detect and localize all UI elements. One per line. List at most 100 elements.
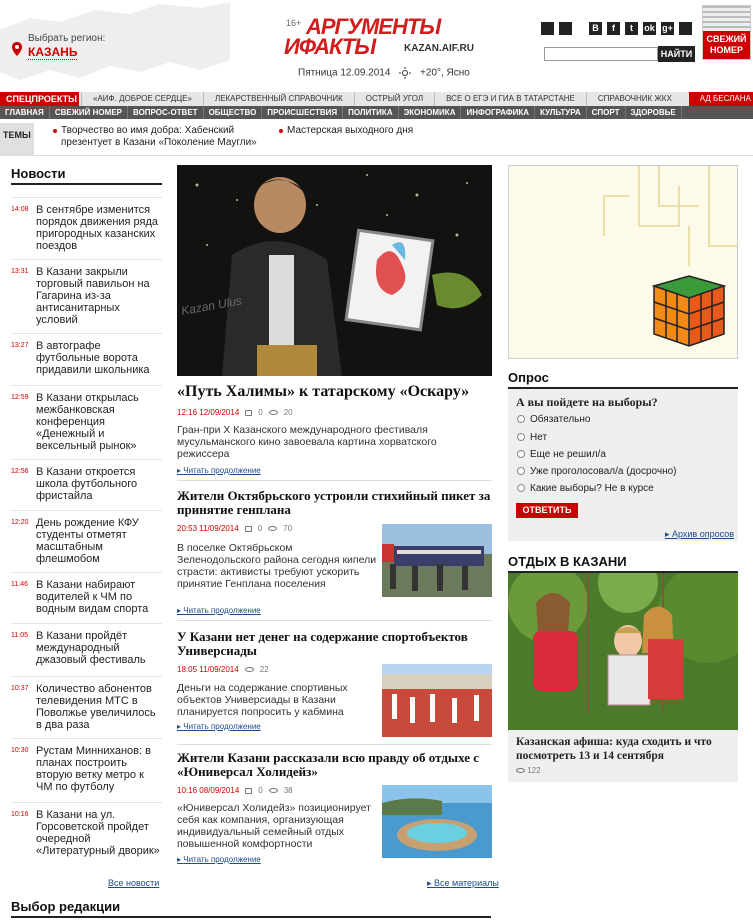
nav-item-culture[interactable]: КУЛЬТУРА	[535, 106, 587, 119]
news-time: 13:27	[11, 342, 29, 349]
main-nav: ГЛАВНАЯ СВЕЖИЙ НОМЕР ВОПРОС-ОТВЕТ ОБЩЕСТ…	[0, 106, 753, 119]
poll-option[interactable]: Нет	[517, 432, 547, 443]
hero-title[interactable]: «Путь Халимы» к татарскому «Оскару»	[177, 383, 492, 401]
search-input[interactable]	[544, 47, 658, 61]
news-time: 12:59	[11, 394, 29, 401]
topic-line: Мастерская выходного дня	[287, 125, 414, 136]
article-read-more[interactable]: ▸ Читать продолжение	[177, 606, 261, 615]
radio-button[interactable]	[517, 450, 525, 458]
hero-views: 20	[283, 408, 293, 417]
android-icon[interactable]	[559, 22, 572, 35]
special-item[interactable]: «АИФ. ДОБРОЕ СЕРДЦЕ»	[81, 92, 203, 106]
article-read-more[interactable]: ▸ Читать продолжение	[177, 722, 261, 731]
fresh-issue-cover[interactable]: СВЕЖИЙ НОМЕР	[702, 5, 751, 60]
facebook-icon[interactable]: f	[607, 22, 620, 35]
news-time: 11:05	[11, 632, 28, 639]
article-thumbnail[interactable]	[382, 664, 492, 737]
nav-item-sport[interactable]: СПОРТ	[587, 106, 626, 119]
news-item[interactable]: 10:16 В Казани на ул. Горсоветской пройде…	[11, 802, 162, 862]
read-more-label: Читать продолжение	[183, 466, 261, 475]
hero-image[interactable]: Kazan Ulus	[177, 165, 492, 376]
region-selector-link[interactable]: КАЗАНЬ	[28, 45, 78, 60]
news-item[interactable]: 10:37 Количество абонентов телевидения МТ…	[11, 676, 162, 736]
region-caption: Выбрать регион:	[28, 33, 106, 44]
age-rating: 16+	[286, 18, 302, 28]
rest-image[interactable]	[508, 573, 738, 730]
search-button[interactable]: НАЙТИ	[658, 46, 695, 62]
special-item[interactable]: ЛЕКАРСТВЕННЫЙ СПРАВОЧНИК	[202, 92, 354, 106]
news-item[interactable]: 10:30 Рустам Минниханов: в планах построи…	[11, 738, 162, 798]
radio-button[interactable]	[517, 484, 525, 492]
news-item[interactable]: 14:08 В сентябре изменится порядок движен…	[11, 197, 162, 257]
nav-item-economy[interactable]: ЭКОНОМИКА	[399, 106, 462, 119]
article-title[interactable]: Жители Казани рассказали всю правду об о…	[177, 751, 492, 779]
special-item[interactable]: СПРАВОЧНИК ЖКХ	[585, 92, 683, 106]
special-item-hot[interactable]: АД БЕСЛАНА	[688, 92, 753, 106]
nav-item-home[interactable]: ГЛАВНАЯ	[0, 106, 50, 119]
poll-box: А вы пойдете на выборы? Обязательно Нет …	[508, 389, 738, 541]
news-item[interactable]: 11:05 В Казани пройдёт международный джаз…	[11, 623, 162, 683]
rest-article-title[interactable]: Казанская афиша: куда сходить и что посм…	[516, 735, 726, 763]
all-materials-link[interactable]: ▸ Все материалы	[427, 878, 499, 889]
nav-item-fresh-issue[interactable]: СВЕЖИЙ НОМЕР	[50, 106, 128, 119]
article-comments[interactable]: 0	[258, 524, 262, 533]
article-thumbnail[interactable]	[382, 524, 492, 597]
kids-swing-photo	[508, 573, 738, 730]
special-projects-bar: СПЕЦПРОЕКТЫ «АИФ. ДОБРОЕ СЕРДЦЕ» ЛЕКАРСТ…	[0, 92, 753, 106]
radio-button[interactable]	[517, 433, 525, 441]
article-lead: В поселке Октябрьском Зеленодольского ра…	[177, 542, 377, 590]
news-time: 10:16	[11, 811, 29, 818]
poll-option[interactable]: Обязательно	[517, 414, 590, 425]
hero-comments[interactable]: 0	[258, 408, 262, 417]
site-logo[interactable]: 16+ АРГУМЕНТЫ ИФАКТЫ KAZAN.AIF.RU	[282, 14, 474, 62]
poll-option[interactable]: Уже проголосовал/а (досрочно)	[517, 466, 677, 477]
newspaper-cover-thumbnail	[703, 6, 750, 31]
news-time: 10:30	[11, 747, 29, 754]
nav-item-incidents[interactable]: ПРОИСШЕСТВИЯ	[262, 106, 344, 119]
nav-item-society[interactable]: ОБЩЕСТВО	[204, 106, 263, 119]
rss-icon[interactable]	[679, 22, 692, 35]
odnoklassniki-icon[interactable]: ok	[643, 22, 656, 35]
all-news-link[interactable]: Все новости	[108, 878, 159, 888]
article-thumbnail[interactable]	[382, 785, 492, 858]
topic-link[interactable]: Творчество во имя добра: Хабенский презе…	[53, 125, 261, 149]
news-time: 12:56	[11, 468, 29, 475]
news-item[interactable]: 12:20 День рождение КФУ студенты отметят …	[11, 510, 162, 570]
article-comments[interactable]: 0	[258, 786, 262, 795]
poll-archive-link[interactable]: ▸ Архив опросов	[665, 529, 734, 540]
special-item[interactable]: ВСЕ О ЕГЭ И ГИА В ТАТАРСТАНЕ	[434, 92, 586, 106]
read-more-label: Читать продолжение	[183, 722, 261, 731]
special-item[interactable]: ОСТРЫЙ УГОЛ	[353, 92, 434, 106]
article-views: 38	[283, 786, 293, 795]
views-icon	[268, 410, 278, 415]
topic-link[interactable]: Мастерская выходного дня	[279, 125, 487, 137]
poll-archive-label: Архив опросов	[672, 529, 734, 539]
nav-item-qa[interactable]: ВОПРОС-ОТВЕТ	[128, 106, 204, 119]
nav-item-health[interactable]: ЗДОРОВЬЕ	[626, 106, 682, 119]
news-headline: Рустам Минниханов: в планах построить вт…	[36, 745, 151, 793]
news-item[interactable]: 12:59 В Казани открылась межбанковская ко…	[11, 385, 162, 452]
news-item[interactable]: 13:31 В Казани закрыли торговый павильон …	[11, 259, 162, 326]
vk-icon[interactable]: В	[589, 22, 602, 35]
poll-option[interactable]: Еще не решил/а	[517, 449, 606, 460]
nav-item-politics[interactable]: ПОЛИТИКА	[343, 106, 399, 119]
article-views: 70	[283, 524, 293, 533]
site-header: Выбрать регион: КАЗАНЬ 16+ АРГУМЕНТЫ ИФА…	[0, 0, 753, 91]
vote-button[interactable]: ОТВЕТИТЬ	[516, 503, 578, 518]
hero-read-more[interactable]: ▸ Читать продолжение	[177, 466, 261, 475]
twitter-icon[interactable]: t	[625, 22, 638, 35]
apple-icon[interactable]	[541, 22, 554, 35]
news-headline: В Казани пройдёт международный джазовый …	[36, 630, 146, 666]
bullet-icon	[53, 129, 57, 133]
radio-button[interactable]	[517, 415, 525, 423]
article-read-more[interactable]: ▸ Читать продолжение	[177, 855, 261, 864]
article-title[interactable]: У Казани нет денег на содержание спортоб…	[177, 630, 492, 658]
article-title[interactable]: Жители Октябрьского устроили стихийный п…	[177, 489, 492, 517]
radio-button[interactable]	[517, 467, 525, 475]
fresh-issue-label: СВЕЖИЙ НОМЕР	[703, 31, 750, 59]
poll-option[interactable]: Какие выборы? Не в курсе	[517, 483, 654, 494]
googleplus-icon[interactable]: g+	[661, 22, 674, 35]
ad-banner[interactable]	[508, 165, 738, 359]
nav-item-infographics[interactable]: ИНФОГРАФИКА	[461, 106, 536, 119]
news-item[interactable]: 13:27 В автографе футбольные ворота прида…	[11, 333, 162, 393]
